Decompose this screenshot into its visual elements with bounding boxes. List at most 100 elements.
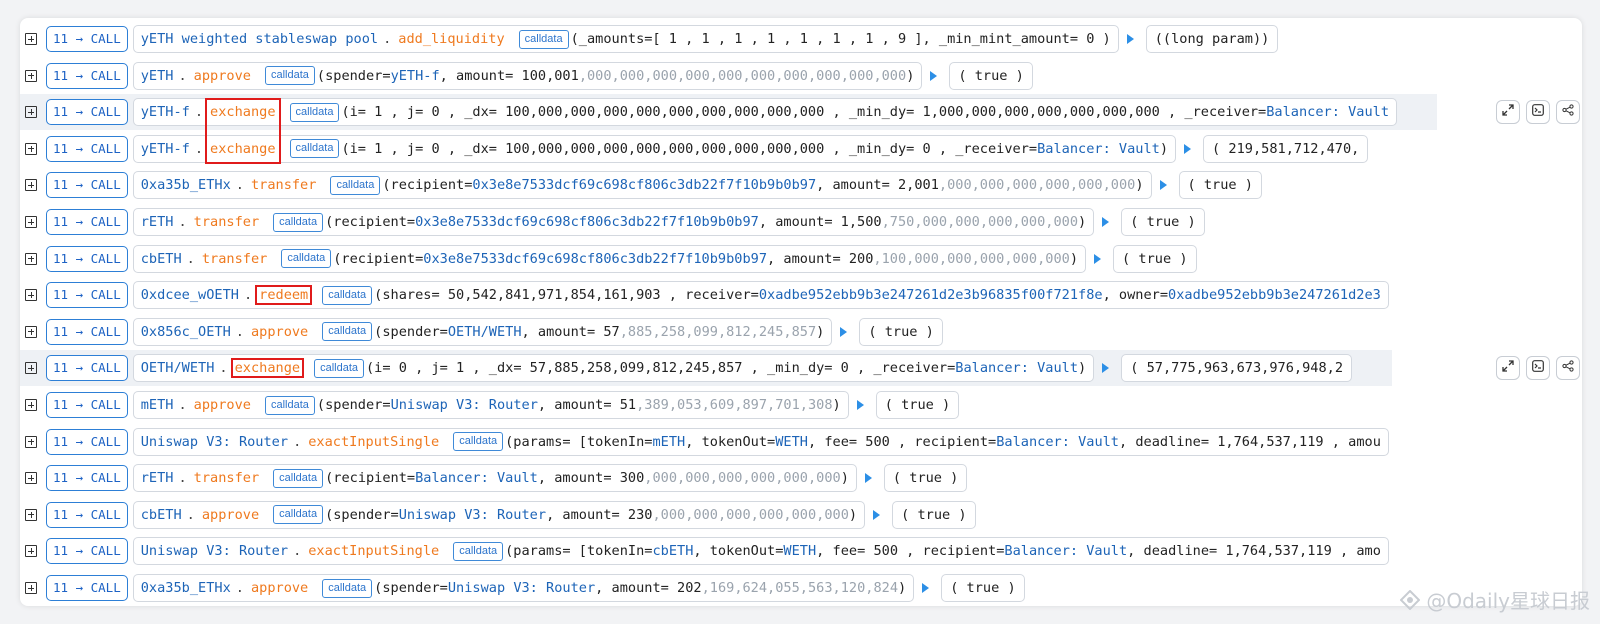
expand-icon[interactable] xyxy=(25,435,37,448)
address-link[interactable]: yETH-f xyxy=(391,68,440,84)
return-arrow-icon[interactable] xyxy=(1126,34,1134,44)
address-link[interactable]: 0xadbe952ebb9b3e247261d2e3b96835f00f721f… xyxy=(759,287,1103,303)
calldata-button[interactable]: calldata xyxy=(453,432,504,452)
contract-name[interactable]: cbETH xyxy=(141,251,182,267)
address-link[interactable]: Balancer: Vault xyxy=(1037,141,1160,157)
expand-icon[interactable] xyxy=(25,252,37,265)
calldata-button[interactable]: calldata xyxy=(322,322,373,342)
return-arrow-icon[interactable] xyxy=(1184,143,1192,154)
call-depth-button[interactable]: 11 → CALL xyxy=(46,538,128,565)
call-depth-button[interactable]: 11 → CALL xyxy=(46,172,128,199)
expand-icon[interactable] xyxy=(25,399,37,411)
method-name[interactable]: add_liquidity xyxy=(396,31,506,47)
calldata-button[interactable]: calldata xyxy=(322,578,373,598)
address-link[interactable]: Uniswap V3: Router xyxy=(448,580,595,596)
address-link[interactable]: WETH xyxy=(775,434,808,450)
calldata-button[interactable]: calldata xyxy=(273,468,324,488)
method-name[interactable]: approve xyxy=(192,68,253,84)
calldata-button[interactable]: calldata xyxy=(314,358,364,378)
expand-button[interactable] xyxy=(1496,100,1520,125)
contract-name[interactable]: yETH-f xyxy=(141,141,190,157)
share-button[interactable] xyxy=(1556,356,1580,381)
calldata-button[interactable]: calldata xyxy=(264,66,315,86)
address-link[interactable]: 0xadbe952ebb9b3e247261d2e3 xyxy=(1168,287,1381,303)
calldata-button[interactable]: calldata xyxy=(518,29,569,49)
expand-icon[interactable] xyxy=(25,472,37,485)
contract-name[interactable]: cbETH xyxy=(141,507,182,523)
address-link[interactable]: OETH/WETH xyxy=(448,324,522,340)
return-arrow-icon[interactable] xyxy=(1102,363,1110,374)
calldata-button[interactable]: calldata xyxy=(289,139,340,159)
calldata-button[interactable]: calldata xyxy=(453,541,504,561)
expand-icon[interactable] xyxy=(25,142,37,155)
expand-icon[interactable] xyxy=(25,33,37,45)
call-depth-button[interactable]: 11 → CALL xyxy=(46,501,128,528)
calldata-button[interactable]: calldata xyxy=(264,395,315,415)
expand-icon[interactable] xyxy=(25,508,37,521)
call-depth-button[interactable]: 11 → CALL xyxy=(46,318,128,345)
contract-name[interactable]: 0xa35b_ETHx xyxy=(141,580,231,596)
expand-icon[interactable] xyxy=(25,545,37,558)
method-name[interactable]: exchange xyxy=(208,104,277,120)
address-link[interactable]: WETH xyxy=(783,543,816,559)
method-name[interactable]: transfer xyxy=(192,470,261,486)
calldata-button[interactable]: calldata xyxy=(273,505,324,525)
address-link[interactable]: Balancer: Vault xyxy=(1266,104,1389,120)
address-link[interactable]: 0x3e8e7533dcf69c698cf806c3db22f7f10b9b0b… xyxy=(415,214,759,230)
method-name[interactable]: approve xyxy=(249,324,310,340)
call-depth-button[interactable]: 11 → CALL xyxy=(46,465,128,492)
expand-icon[interactable] xyxy=(25,179,37,192)
call-depth-button[interactable]: 11 → CALL xyxy=(46,245,128,272)
contract-name[interactable]: Uniswap V3: Router xyxy=(141,434,288,450)
calldata-button[interactable]: calldata xyxy=(273,212,324,232)
calldata-button[interactable]: calldata xyxy=(289,102,340,122)
return-arrow-icon[interactable] xyxy=(1159,180,1167,191)
expand-icon[interactable] xyxy=(25,362,37,375)
method-name[interactable]: approve xyxy=(249,580,310,596)
return-arrow-icon[interactable] xyxy=(1094,253,1102,264)
method-name[interactable]: transfer xyxy=(249,177,318,193)
return-arrow-icon[interactable] xyxy=(922,583,930,593)
contract-name[interactable]: mETH xyxy=(141,397,174,413)
return-arrow-icon[interactable] xyxy=(873,509,881,520)
return-arrow-icon[interactable] xyxy=(1102,217,1110,227)
address-link[interactable]: cbETH xyxy=(652,543,693,559)
address-link[interactable]: 0x3e8e7533dcf69c698cf806c3db22f7f10b9b0b… xyxy=(472,177,816,193)
address-link[interactable]: Balancer: Vault xyxy=(1004,543,1127,559)
address-link[interactable]: Balancer: Vault xyxy=(415,470,538,486)
method-name[interactable]: exactInputSingle xyxy=(306,434,441,450)
return-arrow-icon[interactable] xyxy=(840,326,848,337)
contract-name[interactable]: OETH/WETH xyxy=(141,360,215,376)
address-link[interactable]: 0x3e8e7533dcf69c698cf806c3db22f7f10b9b0b… xyxy=(423,251,767,267)
call-depth-button[interactable]: 11 → CALL xyxy=(46,209,128,235)
contract-name[interactable]: yETH weighted stableswap pool xyxy=(141,31,378,47)
expand-icon[interactable] xyxy=(25,325,37,338)
contract-name[interactable]: 0x856c_OETH xyxy=(141,324,231,340)
return-arrow-icon[interactable] xyxy=(864,473,872,484)
expand-icon[interactable] xyxy=(25,69,37,82)
call-depth-button[interactable]: 11 → CALL xyxy=(46,62,128,89)
address-link[interactable]: Uniswap V3: Router xyxy=(399,507,546,523)
call-depth-button[interactable]: 11 → CALL xyxy=(46,26,128,52)
share-button[interactable] xyxy=(1556,100,1580,125)
call-depth-button[interactable]: 11 → CALL xyxy=(46,575,128,601)
calldata-button[interactable]: calldata xyxy=(281,249,332,269)
contract-name[interactable]: Uniswap V3: Router xyxy=(141,543,288,559)
expand-icon[interactable] xyxy=(25,106,37,119)
terminal-button[interactable] xyxy=(1526,356,1550,381)
expand-icon[interactable] xyxy=(25,289,37,302)
calldata-button[interactable]: calldata xyxy=(322,285,373,305)
method-name[interactable]: transfer xyxy=(200,251,269,267)
method-name[interactable]: approve xyxy=(192,397,253,413)
contract-name[interactable]: yETH-f xyxy=(141,104,190,120)
address-link[interactable]: Balancer: Vault xyxy=(996,434,1119,450)
address-link[interactable]: mETH xyxy=(652,434,685,450)
call-depth-button[interactable]: 11 → CALL xyxy=(46,99,128,126)
terminal-button[interactable] xyxy=(1526,100,1550,125)
expand-button[interactable] xyxy=(1496,356,1520,381)
calldata-button[interactable]: calldata xyxy=(330,175,381,195)
contract-name[interactable]: rETH xyxy=(141,214,174,230)
call-depth-button[interactable]: 11 → CALL xyxy=(46,355,128,382)
contract-name[interactable]: 0xdcee_wOETH xyxy=(141,287,239,303)
method-name[interactable]: approve xyxy=(200,507,261,523)
